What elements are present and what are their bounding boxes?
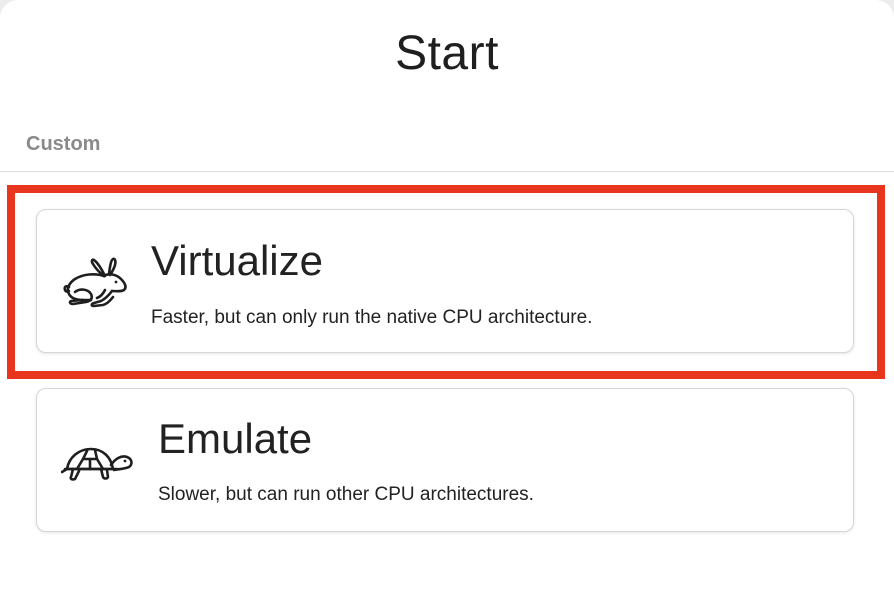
section-divider [0,171,894,172]
emulate-title: Emulate [158,415,313,462]
start-window: Start Custom Virtualize Faster, but can … [0,0,894,590]
section-header-custom: Custom [26,133,101,155]
page-title: Start [395,27,499,80]
virtualize-title: Virtualize [151,237,323,284]
turtle-icon [60,433,135,489]
emulate-option-card[interactable]: Emulate Slower, but can run other CPU ar… [36,388,854,532]
virtualize-option-card[interactable]: Virtualize Faster, but can only run the … [36,209,854,353]
virtualize-description: Faster, but can only run the native CPU … [151,307,593,328]
emulate-description: Slower, but can run other CPU architectu… [158,484,534,505]
rabbit-icon [61,254,135,310]
